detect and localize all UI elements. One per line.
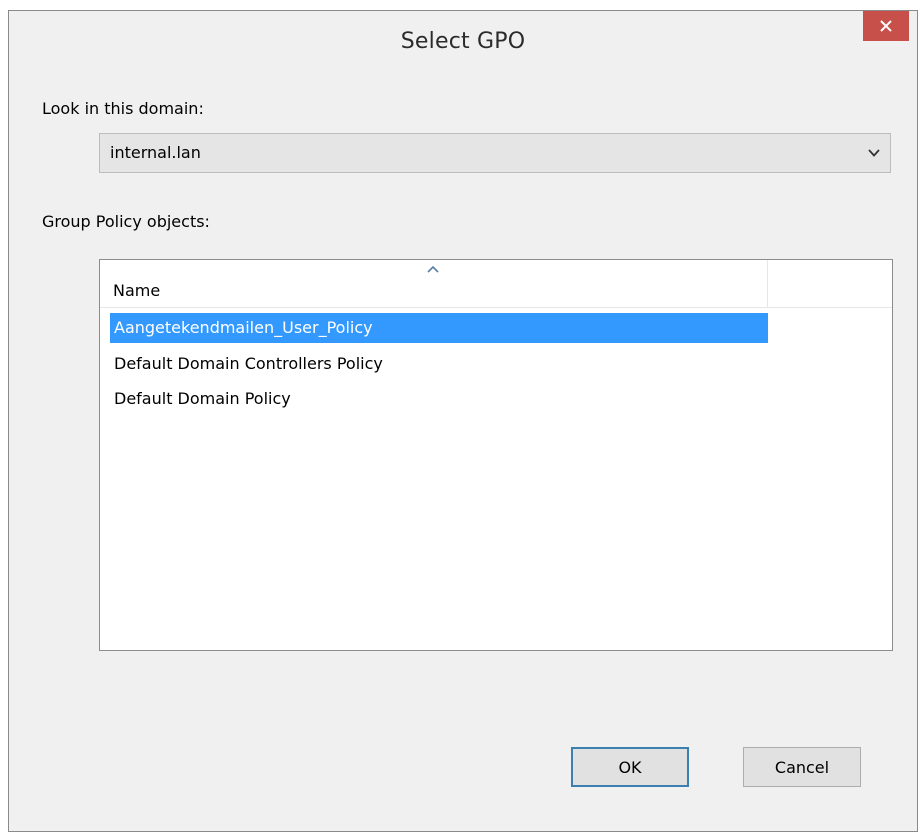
gpo-list[interactable]: Name Aangetekendmailen_User_Policy Defau… <box>99 259 893 651</box>
cancel-button[interactable]: Cancel <box>743 747 861 787</box>
column-header-name[interactable]: Name <box>100 260 768 307</box>
close-icon <box>880 20 892 32</box>
sort-ascending-icon <box>427 266 439 273</box>
domain-dropdown-value: internal.lan <box>110 143 201 162</box>
gpo-row[interactable]: Aangetekendmailen_User_Policy <box>110 313 768 343</box>
gpo-list-label: Group Policy objects: <box>42 212 210 231</box>
gpo-row[interactable]: Default Domain Policy <box>110 384 768 414</box>
domain-dropdown[interactable]: internal.lan <box>99 133 891 173</box>
desktop-background <box>0 0 921 10</box>
title-bar[interactable]: Select GPO <box>9 11 917 65</box>
gpo-row[interactable]: Default Domain Controllers Policy <box>110 349 768 379</box>
select-gpo-dialog: Select GPO Look in this domain: internal… <box>8 10 918 832</box>
column-header-name-label: Name <box>113 281 161 300</box>
domain-label: Look in this domain: <box>42 99 204 118</box>
close-button[interactable] <box>863 11 909 41</box>
list-header: Name <box>100 260 892 308</box>
dialog-title: Select GPO <box>400 29 526 54</box>
ok-button[interactable]: OK <box>571 747 689 787</box>
chevron-down-icon <box>868 149 880 157</box>
